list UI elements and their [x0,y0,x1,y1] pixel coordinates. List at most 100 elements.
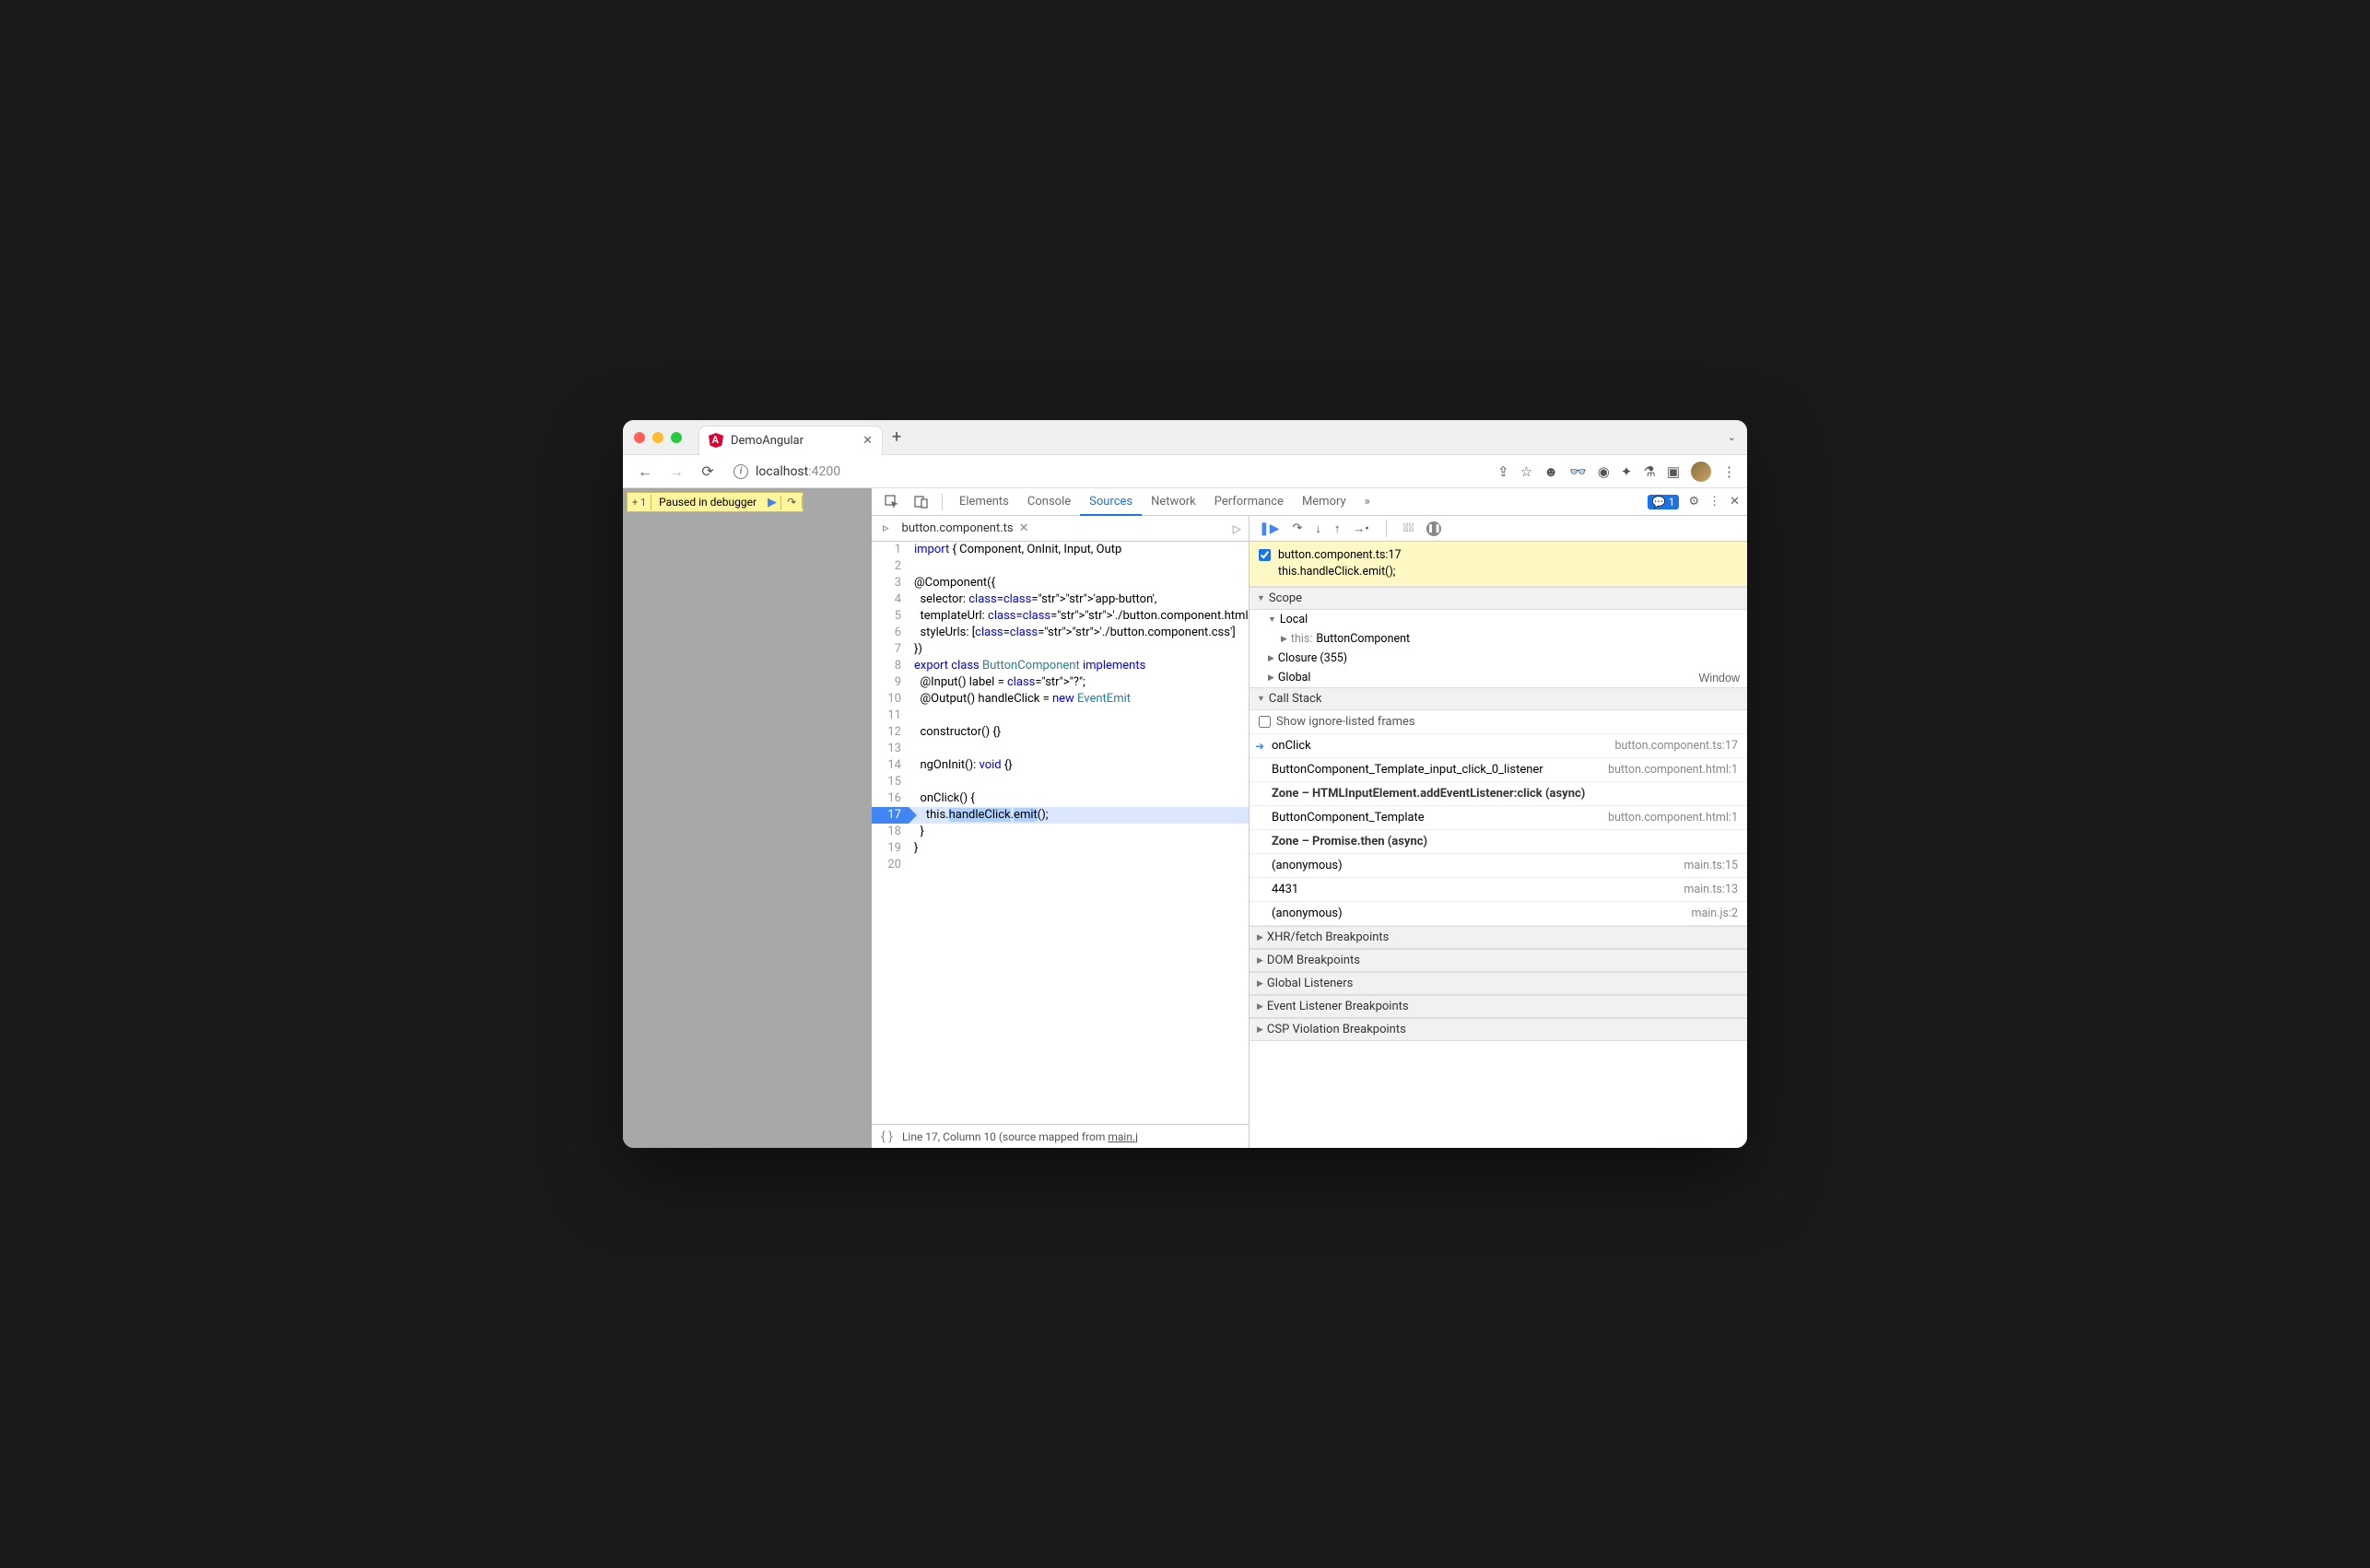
settings-icon[interactable]: ⚙ [1688,495,1699,509]
scope-global[interactable]: ▶GlobalWindow [1250,668,1747,687]
editor-file-tab[interactable]: button.component.ts ✕ [895,518,1037,539]
tabs-menu-icon[interactable]: ⌄ [1728,431,1736,443]
devtools-tab-memory[interactable]: Memory [1293,489,1355,516]
tab-title: DemoAngular [731,434,804,448]
scope-header[interactable]: ▼Scope [1250,587,1747,610]
scope-closure[interactable]: ▶Closure (355) [1250,649,1747,668]
code-line[interactable]: 12 constructor() {} [872,724,1249,741]
overlay-step-icon[interactable]: ↷ [781,496,803,509]
section-dom-breakpoints[interactable]: ▶DOM Breakpoints [1250,949,1747,972]
breakpoint-code: this.handleClick.emit(); [1278,564,1402,580]
issues-badge[interactable]: 💬 1 [1648,495,1680,509]
show-ignore-listed[interactable]: Show ignore-listed frames [1250,710,1747,734]
incognito-icon[interactable]: 👓 [1569,463,1587,480]
back-button[interactable]: ← [634,459,656,485]
sidepanel-icon[interactable]: ▣ [1667,463,1680,480]
code-line[interactable]: 18 } [872,824,1249,840]
section-event-listener-breakpoints[interactable]: ▶Event Listener Breakpoints [1250,995,1747,1018]
section-csp-violation-breakpoints[interactable]: ▶CSP Violation Breakpoints [1250,1018,1747,1041]
address-bar: ← → ⟳ i localhost:4200 ⇪ ☆ ☻ 👓 ◉ ✦ ⚗ ▣ ⋮ [623,455,1747,488]
extension-icon-1[interactable]: ☻ [1543,463,1558,480]
code-line[interactable]: 19} [872,840,1249,857]
maximize-window-icon[interactable] [671,432,682,443]
minimize-window-icon[interactable] [652,432,663,443]
source-map-link[interactable]: main.j [1108,1130,1138,1143]
code-line[interactable]: 5 templateUrl: class=class="str">"str">'… [872,608,1249,625]
resume-icon[interactable]: ❚▶ [1259,521,1280,536]
callstack-frame[interactable]: 4431main.ts:13 [1250,878,1747,902]
callstack-frame[interactable]: onClickbutton.component.ts:17 [1250,734,1747,758]
devtools-tab-elements[interactable]: Elements [950,489,1018,516]
site-info-icon[interactable]: i [733,464,748,479]
code-line[interactable]: 10 @Output() handleClick = new EventEmit [872,691,1249,708]
more-tabs-icon[interactable]: » [1359,491,1376,512]
step-icon[interactable]: →• [1353,521,1368,536]
chrome-menu-icon[interactable]: ⋮ [1722,463,1736,480]
devtools-tab-performance[interactable]: Performance [1205,489,1293,516]
code-editor[interactable]: 1import { Component, OnInit, Input, Outp… [872,542,1249,1124]
devtools-tab-network[interactable]: Network [1142,489,1205,516]
code-line[interactable]: 17 this.handleClick.emit(); [872,807,1249,824]
callstack-header[interactable]: ▼Call Stack [1250,687,1747,710]
callstack-frame[interactable]: ButtonComponent_Template_input_click_0_l… [1250,758,1747,782]
pause-exceptions-icon[interactable]: ❚❚ [1426,521,1441,536]
overlay-resume-icon[interactable]: ▶ [764,496,781,509]
labs-icon[interactable]: ⚗ [1643,463,1655,480]
close-devtools-icon[interactable]: ✕ [1730,495,1740,509]
ignore-listed-checkbox[interactable] [1259,716,1271,728]
pretty-print-icon[interactable]: { } [881,1129,893,1144]
deactivate-breakpoints-icon[interactable]: ⁠◤⃥ [1403,521,1414,535]
callstack-frame[interactable]: (anonymous)main.js:2 [1250,902,1747,926]
step-into-icon[interactable]: ↓ [1315,521,1321,536]
code-line[interactable]: 16 onClick() { [872,790,1249,807]
debugger-toggle-icon[interactable]: ▷ [1233,522,1241,535]
step-out-icon[interactable]: ↑ [1334,521,1341,536]
callstack-frame[interactable]: Zone – HTMLInputElement.addEventListener… [1250,782,1747,806]
devtools-tab-console[interactable]: Console [1018,489,1080,516]
code-line[interactable]: 20 [872,857,1249,873]
browser-tab[interactable]: DemoAngular ✕ [698,426,883,455]
devtools-tab-sources[interactable]: Sources [1080,489,1142,516]
scope-this[interactable]: ▶this: ButtonComponent [1250,629,1747,649]
code-line[interactable]: 9 @Input() label = class="str">"?"; [872,674,1249,691]
code-line[interactable]: 8export class ButtonComponent implements [872,658,1249,674]
code-line[interactable]: 15 [872,774,1249,790]
close-window-icon[interactable] [634,432,645,443]
close-tab-icon[interactable]: ✕ [862,434,873,448]
step-over-icon[interactable]: ↷ [1293,521,1303,535]
code-line[interactable]: 6 styleUrls: [class=class="str">"str">'.… [872,625,1249,641]
code-line[interactable]: 13 [872,741,1249,757]
scope-local[interactable]: ▼Local [1250,610,1747,629]
devtools-panel: ElementsConsoleSourcesNetworkPerformance… [872,488,1747,1148]
callstack-frame[interactable]: Zone – Promise.then (async) [1250,830,1747,854]
code-line[interactable]: 7}) [872,641,1249,658]
profile-avatar[interactable] [1691,462,1711,482]
share-icon[interactable]: ⇪ [1497,463,1509,480]
inspect-element-icon[interactable] [879,491,905,513]
section-xhr-fetch-breakpoints[interactable]: ▶XHR/fetch Breakpoints [1250,926,1747,949]
device-toolbar-icon[interactable] [909,491,934,513]
code-line[interactable]: 11 [872,708,1249,724]
code-line[interactable]: 14 ngOnInit(): void {} [872,757,1249,774]
code-line[interactable]: 3@Component({ [872,575,1249,591]
window-controls [634,432,682,443]
devtools-menu-icon[interactable]: ⋮ [1708,495,1720,509]
code-line[interactable]: 4 selector: class=class="str">"str">'app… [872,591,1249,608]
bookmark-icon[interactable]: ☆ [1520,463,1532,480]
new-tab-button[interactable]: + [892,427,901,447]
navigator-toggle-icon[interactable]: ▹ [877,520,895,537]
forward-button[interactable]: → [665,459,687,485]
callstack-frame[interactable]: ButtonComponent_Templatebutton.component… [1250,806,1747,830]
code-line[interactable]: 2 [872,558,1249,575]
section-global-listeners[interactable]: ▶Global Listeners [1250,972,1747,995]
url-input[interactable]: i localhost:4200 [728,464,1488,479]
close-file-icon[interactable]: ✕ [1019,521,1029,535]
extensions-icon[interactable]: ✦ [1621,463,1633,480]
callstack-frame[interactable]: (anonymous)main.ts:15 [1250,854,1747,878]
code-line[interactable]: 1import { Component, OnInit, Input, Outp [872,542,1249,558]
titlebar: DemoAngular ✕ + ⌄ [623,420,1747,455]
breakpoint-enabled-checkbox[interactable] [1259,549,1271,561]
devtools-ext-icon[interactable]: ◉ [1598,463,1610,480]
page-viewport: + 1 Paused in debugger ▶ ↷ [623,488,872,1148]
reload-button[interactable]: ⟳ [697,459,719,484]
